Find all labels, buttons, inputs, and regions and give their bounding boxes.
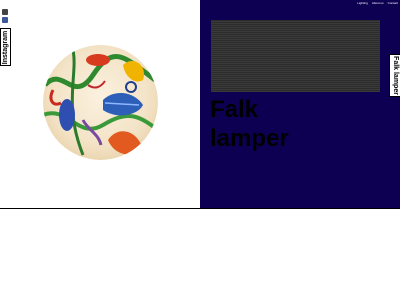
brand-side-tab-label: Falk lamper <box>391 56 399 95</box>
facebook-icon[interactable] <box>2 17 8 23</box>
nav-item-contact[interactable]: Contact <box>388 1 398 5</box>
left-panel: Instagram <box>0 0 200 209</box>
top-nav: Lighting About us Contact <box>357 1 398 5</box>
video-placeholder[interactable] <box>211 20 380 92</box>
brand-title: Falk lamper <box>210 96 289 152</box>
right-panel: Lighting About us Contact Falk lamper Fa… <box>200 0 400 209</box>
instagram-tab-label: Instagram <box>2 30 9 64</box>
nav-item-about-us[interactable]: About us <box>372 1 384 5</box>
instagram-tab[interactable]: Instagram <box>0 28 11 66</box>
brand-side-tab[interactable]: Falk lamper <box>389 54 400 97</box>
social-icons <box>2 9 8 23</box>
nav-item-lighting[interactable]: Lighting <box>357 1 368 5</box>
instagram-icon[interactable] <box>2 9 8 15</box>
lamp-glass-image <box>43 45 158 160</box>
